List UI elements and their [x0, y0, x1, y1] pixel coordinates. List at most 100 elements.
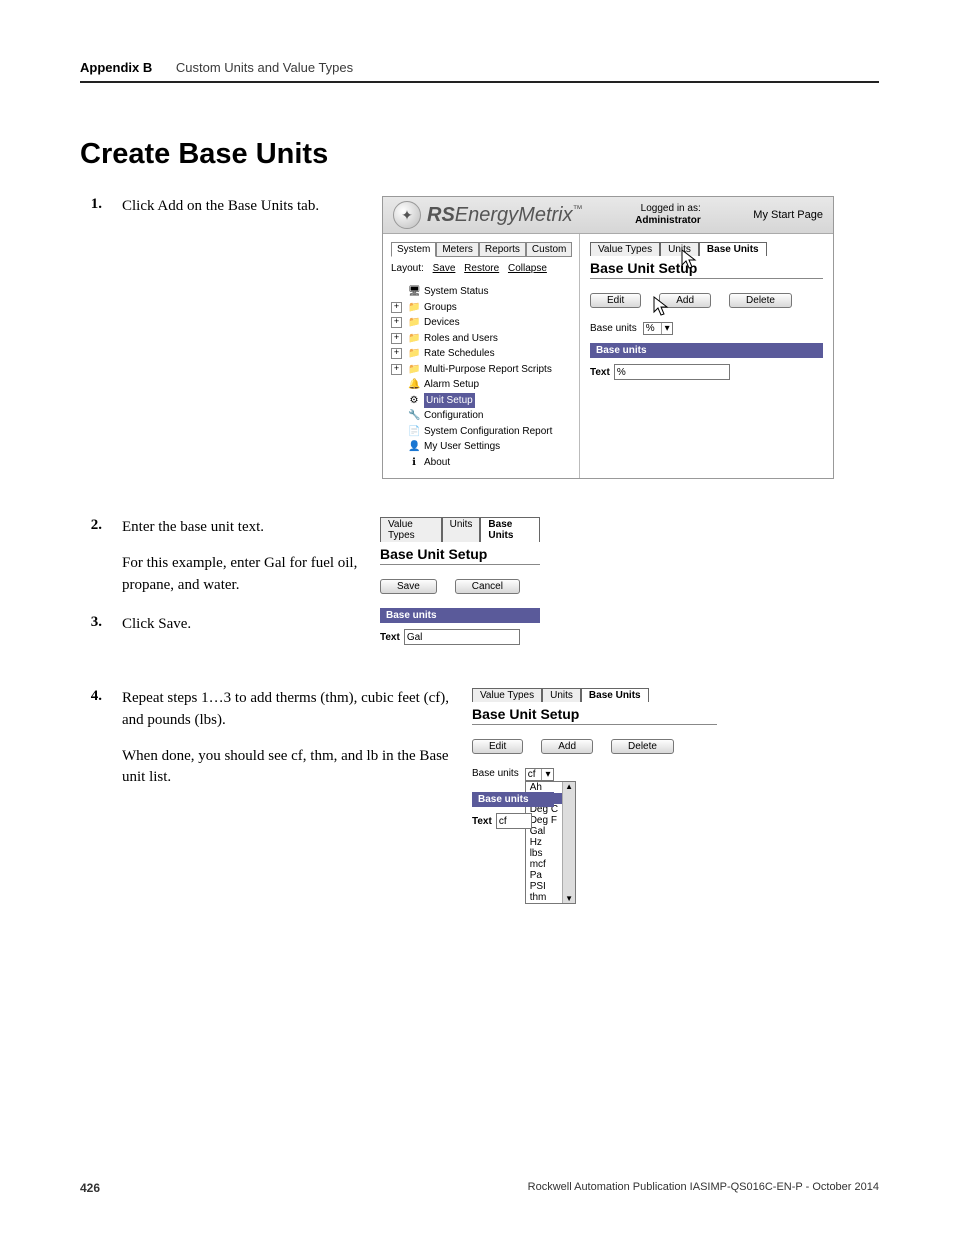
scroll-down-icon[interactable]: ▼ [565, 894, 573, 903]
tree-item[interactable]: 🔔Alarm Setup [391, 377, 571, 393]
tab-system[interactable]: System [391, 242, 436, 257]
tree-item[interactable]: 🖥System Status [391, 284, 571, 300]
layout-collapse[interactable]: Collapse [508, 263, 547, 274]
tab-value-types[interactable]: Value Types [472, 688, 542, 702]
expand-icon[interactable]: + [391, 333, 402, 344]
dropdown-option[interactable]: Hz [526, 837, 562, 848]
brand-icon: ✦ [393, 201, 421, 229]
tab-units[interactable]: Units [660, 242, 699, 256]
text-label: Text [380, 632, 400, 643]
tab-value-types[interactable]: Value Types [380, 517, 442, 542]
tab-base-units[interactable]: Base Units [480, 517, 540, 542]
base-units-label: Base units [472, 768, 519, 779]
scroll-up-icon[interactable]: ▲ [565, 782, 573, 791]
tree-item[interactable]: +📁Groups [391, 300, 571, 316]
expand-icon[interactable]: + [391, 364, 402, 375]
base-units-select[interactable]: % [643, 322, 673, 335]
tab-reports[interactable]: Reports [479, 242, 526, 257]
right-content-panel: Value Types Units Base Units Base Unit S… [580, 234, 833, 478]
base-units-header: Base units [472, 792, 554, 807]
cancel-button[interactable]: Cancel [455, 579, 520, 594]
logged-user: Administrator [635, 215, 701, 226]
tree-item[interactable]: ℹAbout [391, 455, 571, 471]
save-button[interactable]: Save [380, 579, 437, 594]
tab-units[interactable]: Units [442, 517, 481, 542]
layout-restore[interactable]: Restore [464, 263, 499, 274]
tree-icon: 📁 [408, 315, 420, 331]
edit-button[interactable]: Edit [472, 739, 523, 754]
expand-icon[interactable]: + [391, 348, 402, 359]
tab-base-units[interactable]: Base Units [581, 688, 649, 702]
tab-units[interactable]: Units [542, 688, 581, 702]
tree-item[interactable]: ⚙Unit Setup [391, 393, 571, 409]
tree-item[interactable]: + 📁Rate Schedules [391, 346, 571, 362]
tree-label: Alarm Setup [424, 377, 479, 393]
base-units-header: Base units [590, 343, 823, 358]
tree-label: Groups [424, 300, 457, 316]
section-title: Base Unit Setup [472, 704, 717, 725]
chapter-label: Custom Units and Value Types [176, 60, 353, 75]
tree-label: Configuration [424, 408, 483, 424]
left-nav-panel: System Meters Reports Custom Layout: Sav… [383, 234, 580, 478]
delete-button[interactable]: Delete [729, 293, 792, 308]
page-number: 426 [80, 1181, 100, 1195]
tree-icon: ℹ [408, 455, 420, 471]
dropdown-option[interactable]: lbs [526, 848, 562, 859]
dropdown-option[interactable]: thm [526, 892, 562, 903]
step-2-text: Enter the base unit text. [122, 517, 360, 539]
section-title: Base Unit Setup [380, 544, 540, 565]
tab-meters[interactable]: Meters [436, 242, 479, 257]
cursor-icon [653, 296, 673, 320]
expand-icon[interactable]: + [391, 302, 402, 313]
text-input[interactable] [496, 813, 532, 829]
login-status: Logged in as: Administrator [635, 203, 701, 227]
text-input[interactable] [404, 629, 520, 645]
tree-icon: 🔔 [408, 377, 420, 393]
dropdown-option[interactable]: Pa [526, 870, 562, 881]
my-start-page-link[interactable]: My Start Page [753, 209, 823, 221]
type-tabs: Value Types Units Base Units [590, 242, 823, 256]
dropdown-option[interactable]: PSI [526, 881, 562, 892]
layout-controls: Layout: Save Restore Collapse [391, 263, 571, 274]
add-button[interactable]: Add [541, 739, 593, 754]
step-4-note: When done, you should see cf, thm, and l… [122, 746, 452, 790]
tree-label: About [424, 455, 450, 471]
edit-button[interactable]: Edit [590, 293, 641, 308]
step-4-text: Repeat steps 1…3 to add therms (thm), cu… [122, 688, 452, 732]
scrollbar[interactable]: ▲▼ [562, 782, 575, 903]
tree-item[interactable]: 🔧Configuration [391, 408, 571, 424]
step-number: 1. [80, 196, 102, 213]
tab-base-units[interactable]: Base Units [699, 242, 767, 256]
step-2-note: For this example, enter Gal for fuel oil… [122, 553, 360, 597]
brand-prefix: RS [427, 204, 455, 226]
button-row: Edit Add Delete [590, 293, 823, 308]
text-label: Text [590, 367, 610, 378]
dropdown-option[interactable]: mcf [526, 859, 562, 870]
tab-value-types[interactable]: Value Types [590, 242, 660, 256]
tree-item[interactable]: +📁Roles and Users [391, 331, 571, 347]
publication-line: Rockwell Automation Publication IASIMP-Q… [528, 1181, 879, 1195]
layout-save[interactable]: Save [433, 263, 456, 274]
step-3-text: Click Save. [122, 614, 191, 636]
tree-label: Rate Schedules [424, 346, 495, 362]
base-units-header: Base units [380, 608, 540, 623]
nav-tree: 🖥System Status+📁Groups+📁Devices+📁Roles a… [391, 284, 571, 470]
tree-item[interactable]: +📁Multi-Purpose Report Scripts [391, 362, 571, 378]
tree-item[interactable]: + 📁Devices [391, 315, 571, 331]
tree-icon: 🔧 [408, 408, 420, 424]
brand-name: EnergyMetrix [455, 204, 573, 226]
tree-icon: 📁 [408, 346, 420, 362]
system-tabs: System Meters Reports Custom [391, 242, 571, 257]
tree-label: Devices [424, 315, 460, 331]
tree-item[interactable]: 👤My User Settings [391, 439, 571, 455]
tree-icon: 🖥 [408, 284, 420, 300]
step-number: 3. [80, 614, 102, 650]
expand-icon[interactable]: + [391, 317, 402, 328]
appendix-label: Appendix B [80, 60, 152, 75]
text-input[interactable] [614, 364, 730, 380]
tab-custom[interactable]: Custom [526, 242, 572, 257]
page-title: Create Base Units [80, 138, 879, 171]
base-units-select[interactable]: cf [525, 768, 554, 781]
delete-button[interactable]: Delete [611, 739, 674, 754]
tree-item[interactable]: 📄System Configuration Report [391, 424, 571, 440]
